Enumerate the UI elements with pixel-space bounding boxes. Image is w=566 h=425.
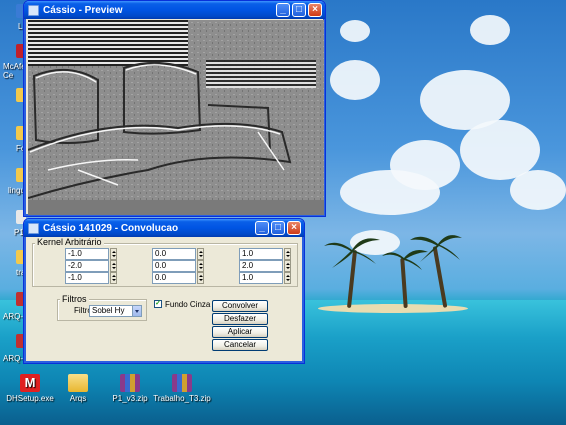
kernel-cell-0-2[interactable]: 1.0 [239,248,283,260]
close-button[interactable]: × [287,221,301,235]
convolver-button[interactable]: Convolver [212,300,268,312]
spinner-kernel-1-0[interactable] [110,260,117,272]
convolucao-titlebar[interactable]: Cássio 141029 - Convolucao _ □ × [24,219,304,237]
maximize-button[interactable]: □ [292,3,306,17]
preview-image [28,20,324,215]
filter-select[interactable]: Sobel Hy [89,305,142,317]
app-icon [28,222,39,234]
cancelar-button[interactable]: Cancelar [212,339,268,351]
fundo-cinza-label: Fundo Cinza [165,300,211,309]
spinner-kernel-0-0[interactable] [110,248,117,260]
cloud [470,15,510,45]
palm-leaves [324,235,462,270]
close-button[interactable]: × [308,3,322,17]
kernel-cell-2-0[interactable]: -1.0 [65,272,109,284]
mcafee-icon: M [20,374,40,392]
convolucao-title: Cássio 141029 - Convolucao [43,222,179,234]
desktop-icon-trabalho-zip[interactable]: Trabalho_T3.zip [152,374,212,403]
chevron-down-icon[interactable] [132,306,141,316]
spinner-kernel-0-2[interactable] [284,248,291,260]
filters-group-label: Filtros [60,294,89,304]
maximize-button[interactable]: □ [271,221,285,235]
spinner-kernel-2-0[interactable] [110,272,117,284]
spinner-kernel-1-2[interactable] [284,260,291,272]
kernel-group-label: Kernel Arbitrário [35,237,104,247]
desfazer-button[interactable]: Desfazer [212,313,268,325]
sobel-filtered-image [28,20,324,215]
cloud [510,170,566,210]
desktop-label-partial: McAfee Ce [3,62,31,80]
fundo-cinza-checkbox[interactable]: ✓ [154,300,162,308]
spinner-kernel-0-1[interactable] [197,248,204,260]
desktop-icon-label: Arqs [69,394,87,403]
spinner-kernel-1-1[interactable] [197,260,204,272]
minimize-button[interactable]: _ [276,3,290,17]
convolucao-window: Cássio 141029 - Convolucao _ □ × Kernel … [23,218,305,364]
aplicar-button[interactable]: Aplicar [212,326,268,338]
cloud [340,170,440,215]
kernel-cell-0-0[interactable]: -1.0 [65,248,109,260]
app-icon [28,4,39,16]
minimize-button[interactable]: _ [255,221,269,235]
winrar-archive-icon [172,374,192,392]
preview-titlebar[interactable]: Cássio - Preview _ □ × [24,1,325,19]
desktop-icon-p1-zip[interactable]: P1_v3.zip [100,374,160,403]
filter-select-value: Sobel Hy [92,306,125,315]
cloud [340,20,370,42]
winrar-archive-icon [120,374,140,392]
kernel-cell-1-2[interactable]: 2.0 [239,260,283,272]
desktop-icon-label: P1_v3.zip [112,394,148,403]
preview-window: Cássio - Preview _ □ × [23,0,326,217]
preview-title: Cássio - Preview [43,4,123,16]
kernel-cell-1-0[interactable]: -2.0 [65,260,109,272]
spinner-kernel-2-2[interactable] [284,272,291,284]
kernel-cell-1-1[interactable]: 0.0 [152,260,196,272]
kernel-cell-2-1[interactable]: 0.0 [152,272,196,284]
kernel-cell-0-1[interactable]: 0.0 [152,248,196,260]
spinner-kernel-2-1[interactable] [197,272,204,284]
folder-icon [68,374,88,392]
desktop-icon-arqs[interactable]: Arqs [48,374,108,403]
cloud [330,60,380,100]
desktop-icon-label: Trabalho_T3.zip [153,394,211,403]
kernel-cell-2-2[interactable]: 1.0 [239,272,283,284]
